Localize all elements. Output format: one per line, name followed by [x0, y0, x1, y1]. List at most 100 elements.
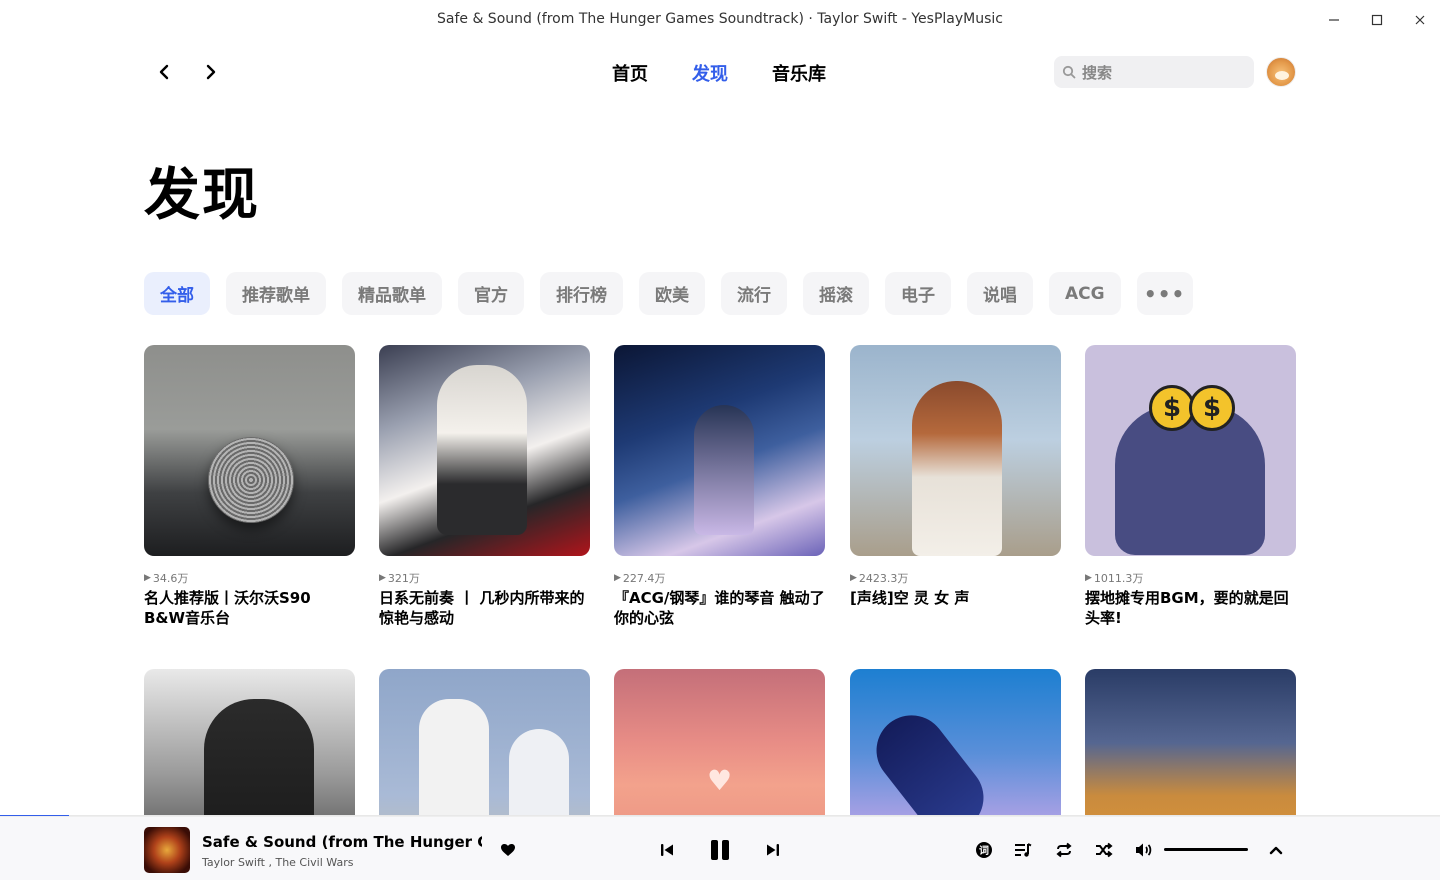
expand-player-button[interactable] — [1263, 837, 1289, 863]
volume-slider[interactable] — [1164, 848, 1248, 851]
maximize-icon — [1371, 14, 1383, 26]
playlist-cover[interactable] — [614, 345, 825, 556]
playlist-title[interactable]: 名人推荐版丨沃尔沃S90 B&W音乐台 — [144, 588, 355, 628]
playlist-cover[interactable] — [379, 669, 590, 816]
playlist-cover[interactable]: ♥ — [614, 669, 825, 816]
playlist-cover[interactable]: $ $ — [1085, 345, 1296, 556]
shuffle-icon — [1096, 842, 1113, 858]
nav-explore[interactable]: 发现 — [692, 60, 728, 86]
player-bar: Safe & Sound (from The Hunger Gam... Tay… — [0, 816, 1440, 880]
play-count-value: 227.4万 — [622, 572, 666, 585]
playlist-cover[interactable] — [850, 345, 1061, 556]
forward-button[interactable] — [199, 60, 223, 84]
chip-pop[interactable]: 流行 — [721, 272, 787, 315]
shuffle-button[interactable] — [1091, 837, 1117, 863]
window-title: Safe & Sound (from The Hunger Games Soun… — [436, 11, 1003, 27]
chip-recommended[interactable]: 推荐歌单 — [226, 272, 326, 315]
maximize-button[interactable] — [1366, 9, 1388, 31]
play-icon: ▶ — [850, 573, 857, 583]
playlist-card[interactable] — [379, 669, 590, 816]
volume-button[interactable] — [1131, 837, 1157, 863]
playlist-title[interactable]: 摆地摊专用BGM，要的就是回头率! — [1085, 588, 1296, 628]
main-scroll-area[interactable]: Safe & Sound (from The Hunger Games Soun… — [0, 0, 1440, 816]
play-count: ▶ 2423.3万 — [850, 570, 1061, 586]
repeat-icon — [1056, 842, 1072, 858]
playlist-title[interactable]: 『ACG/钢琴』谁的琴音 触动了你的心弦 — [614, 588, 825, 628]
next-button[interactable] — [760, 837, 786, 863]
play-count: ▶ 321万 — [379, 570, 590, 586]
repeat-button[interactable] — [1051, 837, 1077, 863]
play-count-value: 1011.3万 — [1093, 572, 1144, 585]
minimize-button[interactable] — [1323, 9, 1345, 31]
playlist-card[interactable] — [850, 669, 1061, 816]
play-count-value: 321万 — [387, 572, 420, 585]
nav-library[interactable]: 音乐库 — [772, 60, 826, 86]
playlist-card[interactable]: ▶ 2423.3万 [声线]空 灵 女 声 — [850, 345, 1061, 608]
chip-rock[interactable]: 摇滚 — [803, 272, 869, 315]
playlist-cover[interactable] — [850, 669, 1061, 816]
close-button[interactable] — [1409, 9, 1431, 31]
play-count-value: 2423.3万 — [858, 572, 909, 585]
lyrics-icon: 词 — [976, 842, 992, 858]
previous-button[interactable] — [654, 837, 680, 863]
play-count-value: 34.6万 — [152, 572, 189, 585]
avatar[interactable] — [1266, 57, 1296, 87]
chip-official[interactable]: 官方 — [458, 272, 524, 315]
page-title: 发现 — [144, 163, 260, 228]
top-nav: 首页 发现 音乐库 — [612, 60, 826, 86]
queue-icon — [1015, 843, 1032, 857]
playlist-card[interactable] — [144, 669, 355, 816]
search-input[interactable]: 搜索 — [1054, 56, 1254, 88]
pause-icon — [711, 840, 729, 860]
search-icon — [1062, 65, 1076, 79]
album-cover[interactable] — [144, 827, 190, 873]
play-icon: ▶ — [1085, 573, 1092, 583]
playlist-card[interactable]: ♥ — [614, 669, 825, 816]
nav-home[interactable]: 首页 — [612, 60, 648, 86]
chip-rap[interactable]: 说唱 — [967, 272, 1033, 315]
search-placeholder: 搜索 — [1082, 63, 1113, 82]
play-count: ▶ 34.6万 — [144, 570, 355, 586]
play-count: ▶ 227.4万 — [614, 570, 825, 586]
now-playing-artists[interactable]: Taylor Swift , The Civil Wars — [202, 856, 353, 869]
skip-next-icon — [767, 844, 779, 856]
playlist-card[interactable]: ▶ 227.4万 『ACG/钢琴』谁的琴音 触动了你的心弦 — [614, 345, 825, 628]
playlist-title[interactable]: [声线]空 灵 女 声 — [850, 588, 1061, 608]
chip-more[interactable]: ••• — [1136, 272, 1193, 315]
chip-acg[interactable]: ACG — [1049, 272, 1121, 315]
playlist-title[interactable]: 日系无前奏 丨 几秒内所带来的惊艳与感动 — [379, 588, 590, 628]
playlist-cover[interactable] — [144, 345, 355, 556]
chevron-left-icon — [159, 64, 169, 80]
volume-icon — [1136, 843, 1152, 857]
play-icon: ▶ — [144, 573, 151, 583]
playlist-queue-button[interactable] — [1010, 837, 1036, 863]
playlist-card[interactable]: ▶ 321万 日系无前奏 丨 几秒内所带来的惊艳与感动 — [379, 345, 590, 628]
play-icon: ▶ — [614, 573, 621, 583]
chip-charts[interactable]: 排行榜 — [540, 272, 623, 315]
close-icon — [1415, 15, 1425, 25]
heart-icon — [501, 844, 515, 856]
lyrics-button[interactable]: 词 — [971, 837, 997, 863]
window-titlebar: Safe & Sound (from The Hunger Games Soun… — [0, 0, 1440, 40]
chip-premium[interactable]: 精品歌单 — [342, 272, 442, 315]
svg-text:词: 词 — [979, 844, 989, 857]
category-chips: 全部 推荐歌单 精品歌单 官方 排行榜 欧美 流行 摇滚 电子 说唱 ACG •… — [144, 272, 1193, 315]
playlist-cover[interactable] — [1085, 669, 1296, 816]
playlist-cover[interactable] — [144, 669, 355, 816]
chip-all[interactable]: 全部 — [144, 272, 210, 315]
minimize-icon — [1329, 19, 1339, 21]
like-button[interactable] — [495, 837, 521, 863]
now-playing-title[interactable]: Safe & Sound (from The Hunger Gam... — [202, 833, 482, 851]
playlist-card[interactable] — [1085, 669, 1296, 816]
chip-electronic[interactable]: 电子 — [885, 272, 951, 315]
playlist-card[interactable]: $ $ ▶ 1011.3万 摆地摊专用BGM，要的就是回头率! — [1085, 345, 1296, 628]
play-count: ▶ 1011.3万 — [1085, 570, 1296, 586]
chip-western[interactable]: 欧美 — [639, 272, 705, 315]
back-button[interactable] — [152, 60, 176, 84]
chevron-up-icon — [1269, 846, 1283, 855]
pause-button[interactable] — [706, 836, 734, 864]
chevron-right-icon — [206, 64, 216, 80]
playlist-cover[interactable] — [379, 345, 590, 556]
skip-previous-icon — [661, 844, 673, 856]
playlist-card[interactable]: ▶ 34.6万 名人推荐版丨沃尔沃S90 B&W音乐台 — [144, 345, 355, 628]
